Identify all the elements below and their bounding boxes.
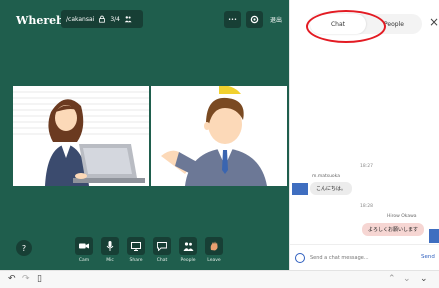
participant-video bbox=[151, 86, 287, 186]
participant-tile bbox=[151, 86, 287, 186]
more-icon: ••• bbox=[228, 16, 237, 23]
chevron-up-icon[interactable]: ⌃ bbox=[388, 274, 396, 284]
emoji-icon[interactable] bbox=[295, 253, 305, 263]
clipboard-icon[interactable]: ▯ bbox=[37, 274, 42, 284]
message-time: 18:28 bbox=[360, 204, 373, 209]
share-button[interactable]: Share bbox=[125, 237, 147, 263]
chat-button[interactable]: Chat bbox=[151, 237, 173, 263]
chevron-down-icon[interactable]: ⌄ bbox=[420, 274, 428, 284]
room-info[interactable]: /cakansai 3/4 bbox=[61, 10, 143, 28]
message-sender: Hirow Okawa bbox=[387, 214, 417, 219]
redo-icon[interactable]: ↷ bbox=[22, 274, 30, 284]
message-sender: m.matsuoka bbox=[312, 174, 340, 179]
people-button[interactable]: People bbox=[177, 237, 199, 263]
people-small-icon bbox=[124, 16, 132, 23]
participant-count: 3/4 bbox=[110, 15, 120, 23]
room-name: /cakansai bbox=[66, 15, 95, 23]
undo-icon[interactable]: ↶ bbox=[8, 274, 16, 284]
message-bubble: こんにちは。 bbox=[310, 182, 353, 195]
mic-label: Mic bbox=[106, 258, 114, 263]
more-options-button[interactable]: ••• bbox=[224, 11, 241, 28]
chat-compose: Send bbox=[290, 244, 439, 270]
people-icon bbox=[183, 241, 193, 251]
avatar bbox=[292, 183, 308, 195]
call-controls: Cam Mic Share Chat People Leave bbox=[73, 237, 225, 263]
exit-link[interactable]: 退出 bbox=[270, 15, 282, 24]
camera-icon bbox=[79, 243, 89, 249]
message-bubble: よろしくお願いします bbox=[362, 223, 425, 236]
leave-label: Leave bbox=[207, 258, 221, 263]
cam-button[interactable]: Cam bbox=[73, 237, 95, 263]
bottom-toolbar: ↶ ↷ ▯ ⌃ ⌄ ⌄ bbox=[0, 270, 439, 288]
participant-video bbox=[13, 86, 149, 186]
gear-icon bbox=[250, 15, 259, 24]
chat-icon bbox=[157, 241, 167, 251]
lock-icon bbox=[99, 15, 106, 23]
leave-button[interactable]: Leave bbox=[203, 237, 225, 263]
chat-input[interactable] bbox=[310, 253, 410, 263]
send-button[interactable]: Send bbox=[421, 254, 435, 260]
close-icon[interactable]: × bbox=[429, 15, 439, 29]
share-label: Share bbox=[129, 258, 143, 263]
mic-icon bbox=[106, 241, 114, 251]
chat-panel: Chat People × 18:27 m.matsuoka こんにちは。 18… bbox=[289, 0, 439, 270]
leave-icon bbox=[210, 241, 218, 251]
mic-button[interactable]: Mic bbox=[99, 237, 121, 263]
people-label: People bbox=[180, 258, 196, 263]
message-time: 18:27 bbox=[360, 164, 373, 169]
video-area: Whereby /cakansai 3/4 ••• 退出 ? Cam Mic S… bbox=[0, 0, 289, 270]
app-window: Whereby /cakansai 3/4 ••• 退出 ? Cam Mic S… bbox=[0, 0, 439, 288]
participant-tile bbox=[13, 86, 149, 186]
screen-share-icon bbox=[131, 241, 141, 251]
cam-label: Cam bbox=[78, 258, 90, 263]
highlight-circle bbox=[306, 10, 386, 43]
settings-button[interactable] bbox=[246, 11, 263, 28]
help-button[interactable]: ? bbox=[16, 240, 32, 256]
chevron-down-icon[interactable]: ⌄ bbox=[403, 274, 411, 284]
avatar bbox=[429, 229, 439, 243]
chat-label: Chat bbox=[156, 258, 168, 263]
